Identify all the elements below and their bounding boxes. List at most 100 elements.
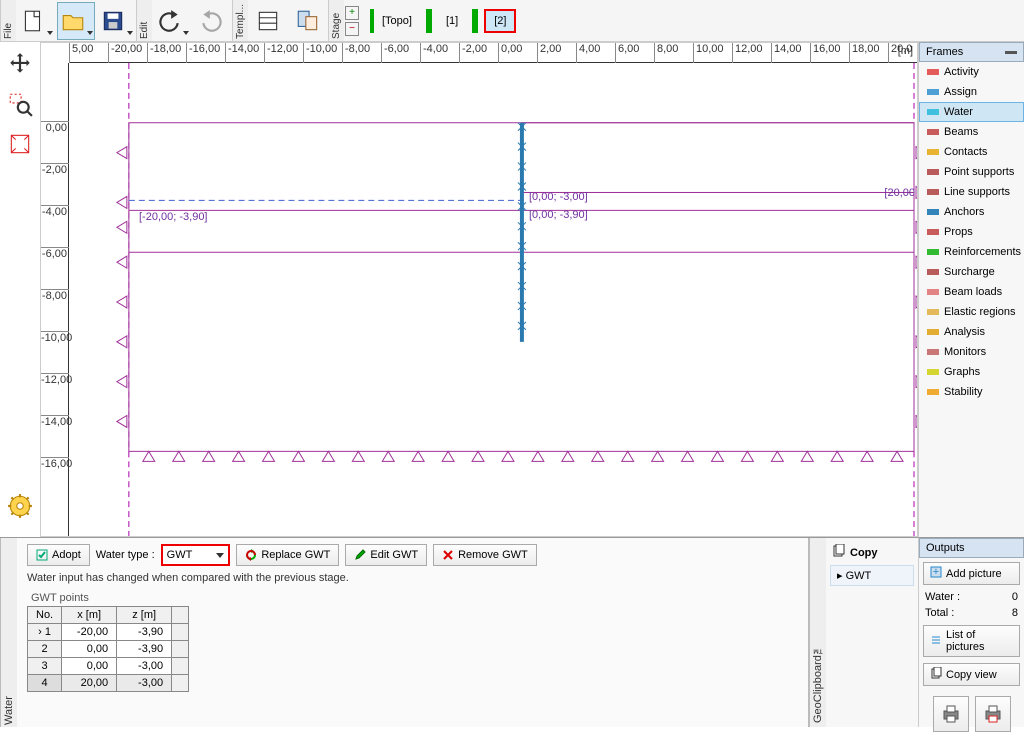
- template-menu-label[interactable]: Templ...: [232, 0, 248, 41]
- save-button[interactable]: [97, 2, 135, 40]
- outputs-water-label: Water :: [925, 591, 960, 603]
- table-row[interactable]: › 1-20,00-3,90: [28, 624, 189, 641]
- stage-tab-2[interactable]: [2]: [484, 9, 516, 33]
- remove-stage-button[interactable]: −: [345, 22, 359, 36]
- monitors-icon: [926, 346, 940, 358]
- chevron-down-icon: [87, 31, 93, 35]
- line-icon: [926, 186, 940, 198]
- stage-menu-label[interactable]: Stage: [328, 0, 344, 41]
- redo-button[interactable]: [193, 2, 231, 40]
- frame-item-beam-loads[interactable]: Beam loads: [919, 282, 1024, 302]
- stability-icon: [926, 386, 940, 398]
- frames-title: Frames: [926, 46, 963, 58]
- frame-item-water[interactable]: Water: [919, 102, 1024, 122]
- water-type-label: Water type :: [96, 549, 155, 561]
- replace-gwt-button[interactable]: Replace GWT: [236, 544, 339, 566]
- water-changed-message: Water input has changed when compared wi…: [27, 572, 798, 584]
- graphs-icon: [926, 366, 940, 378]
- chevron-down-icon: [127, 31, 133, 35]
- assign-icon: [926, 86, 940, 98]
- pencil-icon: [354, 549, 366, 561]
- elastic-icon: [926, 306, 940, 318]
- frame-item-anchors[interactable]: Anchors: [919, 202, 1024, 222]
- table-row[interactable]: 420,00-3,00: [28, 675, 189, 692]
- bottom-panel: Water Adopt Water type : GWT Replace GWT…: [0, 537, 918, 727]
- zoom-tool[interactable]: [4, 88, 36, 120]
- frame-item-point-supports[interactable]: Point supports: [919, 162, 1024, 182]
- list-pictures-button[interactable]: List of pictures: [923, 625, 1020, 657]
- table-row[interactable]: 20,00-3,90: [28, 641, 189, 658]
- table-row[interactable]: 30,00-3,00: [28, 658, 189, 675]
- col-z: z [m]: [117, 607, 172, 624]
- water-tab-label[interactable]: Water: [0, 538, 17, 727]
- beamloads-icon: [926, 286, 940, 298]
- drawing-area[interactable]: [-20,00; -3,90] [0,00; -3,00] [0,00; -3,…: [69, 63, 917, 536]
- water-type-select[interactable]: GWT: [161, 544, 231, 566]
- frame-item-beams[interactable]: Beams: [919, 122, 1024, 142]
- anchors-icon: [926, 206, 940, 218]
- gwt-points-table[interactable]: No. x [m] z [m] › 1-20,00-3,9020,00-3,90…: [27, 606, 189, 692]
- coord-label: [20,00: [884, 187, 915, 199]
- add-stage-button[interactable]: +: [345, 6, 359, 20]
- add-picture-button[interactable]: +Add picture: [923, 562, 1020, 585]
- scroll-gutter: [172, 607, 189, 624]
- gwt-points-title: GWT points: [27, 592, 798, 604]
- file-menu-label[interactable]: File: [0, 0, 16, 41]
- copy-icon: [930, 667, 942, 682]
- col-x: x [m]: [62, 607, 117, 624]
- frame-item-analysis[interactable]: Analysis: [919, 322, 1024, 342]
- adopt-button[interactable]: Adopt: [27, 544, 90, 566]
- analysis-icon: [926, 326, 940, 338]
- contacts-icon: [926, 146, 940, 158]
- edit-gwt-button[interactable]: Edit GWT: [345, 544, 427, 566]
- adopt-icon: [36, 549, 48, 561]
- coord-label: [0,00; -3,90]: [529, 209, 588, 221]
- svg-text:+: +: [933, 566, 939, 578]
- frame-item-activity[interactable]: Activity: [919, 62, 1024, 82]
- open-file-button[interactable]: [57, 2, 95, 40]
- minimize-button[interactable]: [1005, 50, 1017, 54]
- outputs-title: Outputs: [919, 538, 1024, 558]
- coord-label: [0,00; -3,00]: [529, 191, 588, 203]
- pan-tool[interactable]: [4, 48, 36, 80]
- water-icon: [926, 106, 940, 118]
- frame-item-props[interactable]: Props: [919, 222, 1024, 242]
- frame-item-stability[interactable]: Stability: [919, 382, 1024, 402]
- frame-item-graphs[interactable]: Graphs: [919, 362, 1024, 382]
- frame-item-reinforcements[interactable]: Reinforcements: [919, 242, 1024, 262]
- settings-button[interactable]: [4, 490, 36, 522]
- stage-indicator-icon: [472, 9, 478, 33]
- stage-tab-1[interactable]: [1]: [438, 9, 466, 33]
- template-list-button[interactable]: [249, 2, 287, 40]
- stage-indicator-icon: [426, 9, 432, 33]
- activity-icon: [926, 66, 940, 78]
- point-icon: [926, 166, 940, 178]
- frame-item-contacts[interactable]: Contacts: [919, 142, 1024, 162]
- frame-item-monitors[interactable]: Monitors: [919, 342, 1024, 362]
- frames-panel: Frames ActivityAssignWaterBeamsContactsP…: [918, 42, 1024, 537]
- clipboard-item-gwt[interactable]: ▸ GWT: [830, 565, 914, 586]
- drawing-canvas[interactable]: [m] 5,00-20,00-18,00-16,00-14,00-12,00-1…: [40, 42, 918, 537]
- coord-label: [-20,00; -3,90]: [139, 211, 208, 223]
- frame-item-surcharge[interactable]: Surcharge: [919, 262, 1024, 282]
- template-settings-button[interactable]: [289, 2, 327, 40]
- copy-view-button[interactable]: Copy view: [923, 663, 1020, 686]
- outputs-panel: Outputs +Add picture Water :0 Total :8 L…: [918, 537, 1024, 727]
- frame-item-elastic-regions[interactable]: Elastic regions: [919, 302, 1024, 322]
- stage-tabs: [Topo] [1] [2]: [368, 0, 518, 41]
- edit-menu-label[interactable]: Edit: [136, 0, 152, 41]
- copy-icon: [832, 544, 846, 561]
- col-no: No.: [28, 607, 62, 624]
- frame-item-assign[interactable]: Assign: [919, 82, 1024, 102]
- chevron-down-icon: [216, 553, 224, 558]
- ruler-vertical: 0,00-2,00-4,00-6,00-8,00-10,00-12,00-14,…: [41, 63, 69, 536]
- undo-button[interactable]: [153, 2, 191, 40]
- new-file-button[interactable]: [17, 2, 55, 40]
- gwt-points-group: GWT points No. x [m] z [m] › 1-20,00-3,9…: [27, 592, 798, 692]
- stage-tab-topo[interactable]: [Topo]: [370, 9, 420, 33]
- chevron-down-icon: [183, 31, 189, 35]
- frame-item-line-supports[interactable]: Line supports: [919, 182, 1024, 202]
- fit-view-tool[interactable]: [4, 128, 36, 160]
- geoclipboard-tab[interactable]: GeoClipboard™: [809, 538, 826, 727]
- remove-gwt-button[interactable]: Remove GWT: [433, 544, 537, 566]
